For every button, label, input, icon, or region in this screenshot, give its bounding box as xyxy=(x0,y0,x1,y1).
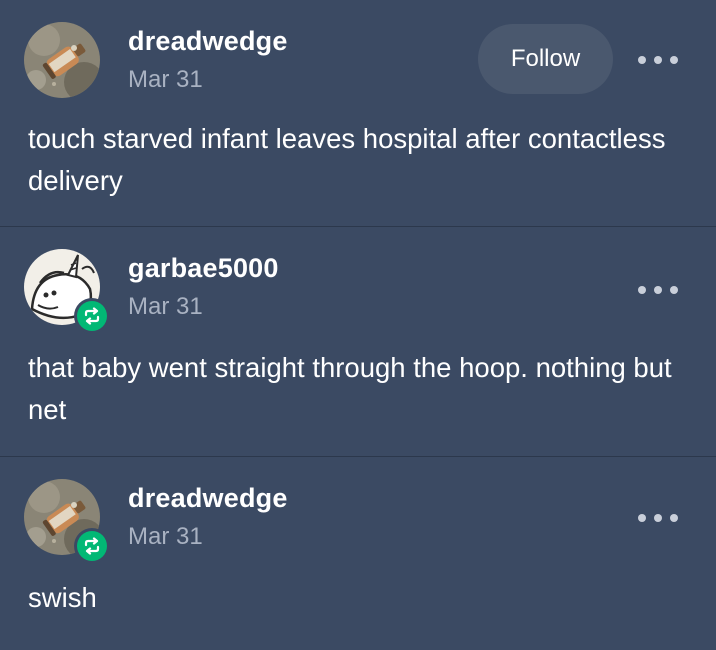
post-reblog: garbae5000 Mar 31 that baby went straigh… xyxy=(0,227,716,456)
dot xyxy=(638,514,646,522)
post-body: that baby went straight through the hoop… xyxy=(28,352,672,425)
dot xyxy=(670,514,678,522)
dot xyxy=(670,56,678,64)
username[interactable]: dreadwedge xyxy=(128,26,288,57)
reblog-thread: dreadwedge Mar 31 Follow touch starved i… xyxy=(0,0,716,650)
dot xyxy=(654,56,662,64)
username[interactable]: dreadwedge xyxy=(128,483,288,514)
dot xyxy=(670,286,678,294)
dot xyxy=(638,56,646,64)
post-body: touch starved infant leaves hospital aft… xyxy=(28,123,666,196)
post-reblog: dreadwedge Mar 31 swish xyxy=(0,457,716,650)
avatar[interactable] xyxy=(24,249,110,334)
more-options-icon[interactable] xyxy=(638,506,678,530)
more-options-icon[interactable] xyxy=(638,48,678,72)
bottle-photo-avatar-icon xyxy=(24,22,100,98)
post-body: swish xyxy=(28,582,97,613)
reblog-icon xyxy=(77,301,107,331)
dot xyxy=(654,286,662,294)
username[interactable]: garbae5000 xyxy=(128,253,279,284)
post-date[interactable]: Mar 31 xyxy=(128,66,203,94)
reblog-badge xyxy=(74,528,110,564)
post-date[interactable]: Mar 31 xyxy=(128,523,203,551)
reblog-badge xyxy=(74,298,110,334)
avatar[interactable] xyxy=(24,22,104,102)
follow-button[interactable]: Follow xyxy=(478,24,613,94)
reblog-icon xyxy=(77,531,107,561)
post-date[interactable]: Mar 31 xyxy=(128,293,203,321)
more-options-icon[interactable] xyxy=(638,278,678,302)
avatar[interactable] xyxy=(24,479,110,564)
dot xyxy=(654,514,662,522)
dot xyxy=(638,286,646,294)
post-original: dreadwedge Mar 31 Follow touch starved i… xyxy=(0,0,716,226)
